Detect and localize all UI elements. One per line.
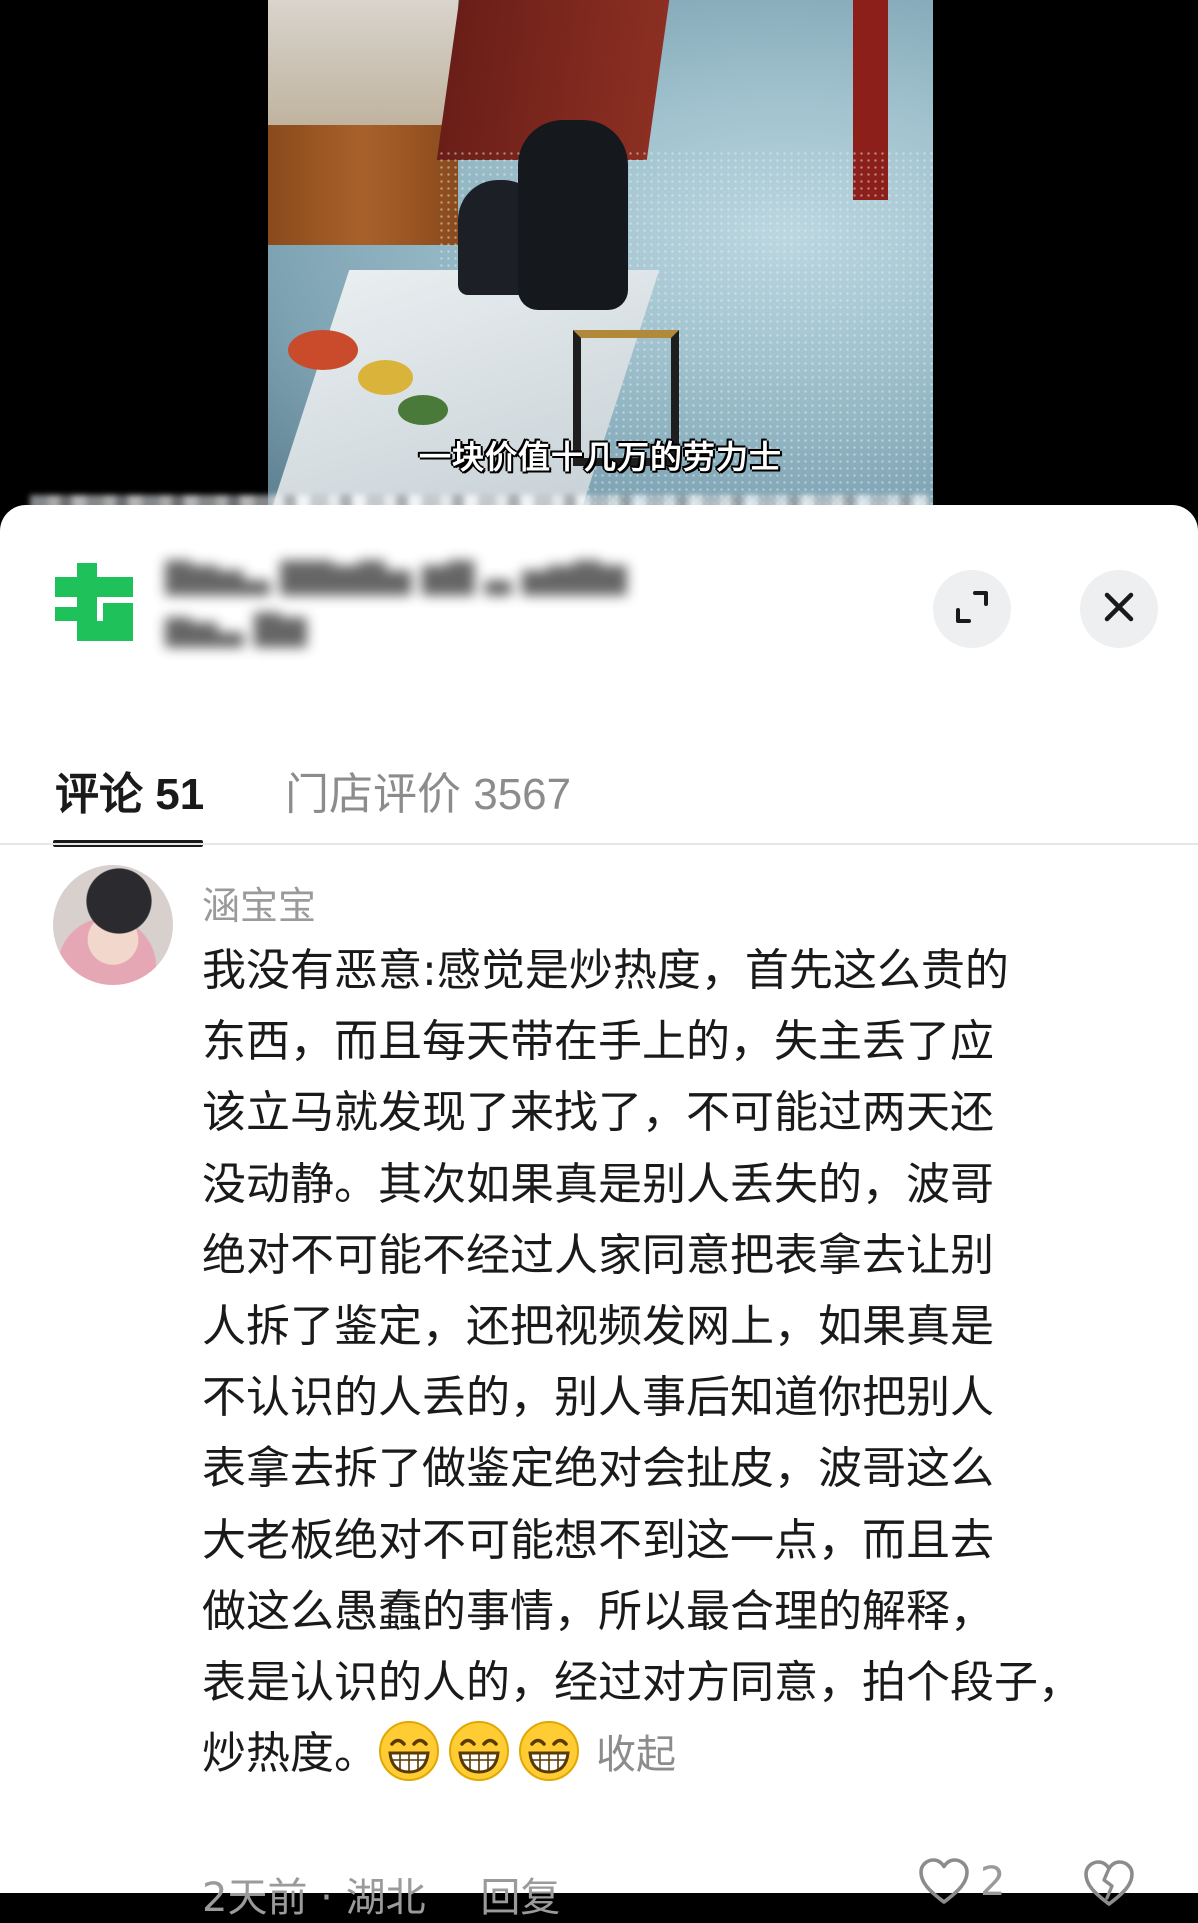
comment-time: 2天前 <box>202 1875 308 1921</box>
grinning-face-icon <box>449 1721 509 1782</box>
comment-line: 表是认识的人的，经过对方同意，拍个段子， <box>202 1657 1082 1709</box>
comment-line: 不认识的人丢的，别人事后知道你把别人 <box>202 1372 994 1424</box>
scene-dish <box>358 360 413 395</box>
shop-logo-icon[interactable] <box>55 563 133 641</box>
scene-person-standing <box>518 120 628 310</box>
scene-dish <box>398 395 448 425</box>
heart-icon <box>919 1858 969 1904</box>
comment-line-last: 炒热度。 收起 <box>202 1718 1162 1791</box>
comment-line: 我没有恶意:感觉是炒热度，首先这么贵的 <box>202 945 1009 996</box>
collapse-link[interactable]: 收起 <box>596 1732 676 1778</box>
comment-username[interactable]: 涵宝宝 <box>202 875 316 930</box>
comment-line: 该立马就发现了来找了，不可能过两天还 <box>202 1087 994 1139</box>
comment-line-text: 炒热度。 <box>202 1728 378 1780</box>
scene-cabinet <box>268 125 458 245</box>
comment-meta: 2天前 · 湖北 回复 <box>202 1865 560 1923</box>
tab-comments[interactable]: 评论 51 <box>55 758 204 822</box>
expand-icon <box>953 588 991 630</box>
meta-separator: · <box>320 1875 333 1921</box>
grinning-face-icon <box>379 1721 439 1782</box>
comment-line: 大老板绝对不可能想不到这一点，而且去 <box>202 1514 994 1566</box>
close-button[interactable] <box>1080 570 1158 648</box>
comment-line: 做这么愚蠢的事情，所以最合理的解释， <box>202 1585 994 1637</box>
close-icon <box>1102 590 1136 628</box>
tab-bar: 评论 51 门店评价 3567 <box>0 740 1198 850</box>
grinning-face-icon <box>519 1721 579 1782</box>
dislike-button[interactable] <box>1083 1860 1135 1912</box>
comment-line: 表拿去拆了做鉴定绝对会扯皮，波哥这么 <box>202 1443 994 1495</box>
comment-sheet: ▇▆▅▃ ▇▇▆▇▅ ▆▇ ▃ ▅▆▇▆ ▆▅▃ ▇▆ 评论 51 门店评价 3… <box>0 505 1198 1921</box>
reply-button[interactable]: 回复 <box>480 1875 560 1921</box>
comment-line: 东西，而且每天带在手上的，失主丢了应 <box>202 1016 994 1068</box>
video-caption: 一块价值十几万的劳力士 <box>418 438 782 476</box>
broken-heart-icon <box>1084 1860 1134 1906</box>
shop-name: ▇▆▅▃ ▇▇▆▇▅ ▆▇ ▃ ▅▆▇▆ <box>165 556 627 596</box>
expand-button[interactable] <box>933 570 1011 648</box>
tab-store-reviews[interactable]: 门店评价 3567 <box>285 758 571 822</box>
comment-text: 我没有恶意:感觉是炒热度，首先这么贵的 东西，而且每天带在手上的，失主丢了应 该… <box>202 935 1162 1791</box>
divider <box>0 843 1198 845</box>
comment-location: 湖北 <box>345 1875 426 1921</box>
shop-name-blurred[interactable]: ▇▆▅▃ ▇▇▆▇▅ ▆▇ ▃ ▅▆▇▆ ▆▅▃ ▇▆ <box>165 550 870 655</box>
comment-line: 人拆了鉴定，还把视频发网上，如果真是 <box>202 1301 994 1353</box>
comment-line: 绝对不可能不经过人家同意把表拿去让别 <box>202 1229 994 1281</box>
video-frame[interactable]: 一块价值十几万的劳力士 <box>268 0 933 520</box>
scene-dish <box>288 330 358 370</box>
comment-line: 没动静。其次如果真是别人丢失的，波哥 <box>202 1158 994 1210</box>
like-count: 2 <box>980 1859 1006 1905</box>
avatar[interactable] <box>53 865 173 985</box>
shop-subtitle: ▆▅▃ ▇▆ <box>165 608 307 648</box>
video-player[interactable]: 一块价值十几万的劳力士 <box>0 0 1198 525</box>
like-button[interactable]: 2 <box>918 1858 1005 1906</box>
